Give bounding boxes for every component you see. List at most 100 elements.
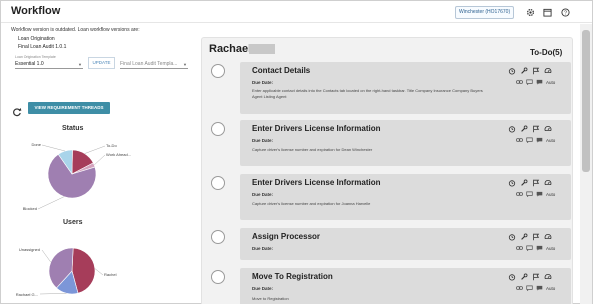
svg-text:?: ? — [564, 10, 567, 16]
template-label: Loan Origination Template — [15, 55, 56, 59]
wrench-icon[interactable] — [520, 125, 528, 133]
chat-icon[interactable] — [526, 137, 533, 143]
task-meta: Auto — [516, 245, 555, 251]
pie-label-leader — [84, 145, 106, 154]
chevron-down-icon: ▼ — [78, 61, 82, 67]
task-title[interactable]: Enter Drivers License Information — [252, 178, 380, 187]
link-icon[interactable] — [516, 245, 523, 251]
task-description: Capture driver's license number and expi… — [252, 147, 373, 152]
pie-label-leader — [39, 293, 67, 295]
todo-count: To-Do(5) — [530, 48, 563, 57]
comment-icon[interactable] — [536, 245, 543, 251]
task-due-label: Due Date: — [252, 192, 274, 197]
auto-label: Auto — [546, 79, 556, 85]
link-icon[interactable] — [516, 79, 523, 85]
users-chart-title: Users — [63, 219, 83, 226]
wrench-icon[interactable] — [520, 273, 528, 281]
task-meta: Auto — [516, 285, 555, 291]
alarm-icon[interactable] — [508, 67, 516, 75]
pie-label: Unassigned — [19, 247, 40, 252]
task-title[interactable]: Move To Registration — [252, 272, 333, 281]
task-actions — [508, 179, 552, 187]
update-button[interactable]: UPDATE — [88, 57, 115, 69]
chat-icon[interactable] — [526, 79, 533, 85]
flag-icon[interactable] — [532, 125, 540, 133]
gear-icon[interactable] — [524, 6, 536, 18]
flag-icon[interactable] — [532, 233, 540, 241]
chat-icon[interactable] — [526, 245, 533, 251]
pie-label-leader — [94, 268, 104, 276]
scrollbar-thumb[interactable] — [582, 30, 590, 172]
task-complete-checkbox[interactable] — [211, 176, 225, 190]
comment-icon[interactable] — [536, 79, 543, 85]
template-select[interactable]: Essential 1.0 ▼ — [15, 60, 83, 69]
users-pie-chart: Rachel Rachael G... Unassigned — [16, 247, 117, 297]
link-icon[interactable] — [516, 137, 523, 143]
task-actions — [508, 125, 552, 133]
pie-label-leader — [37, 196, 65, 210]
task-complete-checkbox[interactable] — [211, 230, 225, 244]
task-card[interactable]: Enter Drivers License Information Due Dat… — [240, 120, 571, 166]
help-icon[interactable]: ? — [559, 6, 571, 18]
task-actions — [508, 233, 552, 241]
workflow-badge[interactable]: Winchester (HO17670) — [455, 6, 515, 19]
link-icon[interactable] — [516, 191, 523, 197]
user-name: Rachael — [209, 43, 252, 55]
template-select-value: Essential 1.0 — [15, 61, 44, 67]
audit-template-select[interactable]: Final Loan Audit Templa... ▼ — [120, 60, 188, 69]
task-title[interactable]: Assign Processor — [252, 232, 320, 241]
pie-label: To-Do — [106, 143, 117, 148]
task-complete-checkbox[interactable] — [211, 122, 225, 136]
flag-icon[interactable] — [532, 273, 540, 281]
alarm-icon[interactable] — [508, 125, 516, 133]
comment-icon[interactable] — [536, 191, 543, 197]
gauge-icon[interactable] — [544, 179, 552, 187]
wrench-icon[interactable] — [520, 67, 528, 75]
pie-label: Rachel — [104, 272, 117, 277]
comment-icon[interactable] — [536, 137, 543, 143]
chat-icon[interactable] — [526, 285, 533, 291]
task-due-label: Due Date: — [252, 286, 274, 291]
alarm-icon[interactable] — [508, 179, 516, 187]
gauge-icon[interactable] — [544, 67, 552, 75]
gauge-icon[interactable] — [544, 233, 552, 241]
chat-icon[interactable] — [526, 191, 533, 197]
refresh-icon[interactable] — [12, 104, 22, 117]
view-requirement-threads-button[interactable]: VIEW REQUIREMENT THREADS — [28, 102, 110, 114]
flag-icon[interactable] — [532, 67, 540, 75]
alarm-icon[interactable] — [508, 233, 516, 241]
task-complete-checkbox[interactable] — [211, 64, 225, 78]
task-actions — [508, 67, 552, 75]
task-description: Capture driver's license number and expi… — [252, 201, 371, 206]
comment-icon[interactable] — [536, 285, 543, 291]
task-card[interactable]: Assign Processor Due Date: Auto — [240, 228, 571, 260]
flag-icon[interactable] — [532, 179, 540, 187]
pie-label: Work Ahead... — [106, 152, 131, 157]
task-due-label: Due Date: — [252, 246, 274, 251]
task-due-label: Due Date: — [252, 80, 274, 85]
gauge-icon[interactable] — [544, 125, 552, 133]
task-title[interactable]: Enter Drivers License Information — [252, 124, 380, 133]
task-card[interactable]: Move To Registration Due Date: Move to Reg… — [240, 268, 571, 304]
task-description: Enter applicable contact details into th… — [252, 88, 483, 99]
pie-label-leader — [94, 154, 106, 166]
task-title[interactable]: Contact Details — [252, 66, 310, 75]
task-card[interactable]: Contact Details Due Date: Enter applicable… — [240, 62, 571, 114]
alarm-icon[interactable] — [508, 273, 516, 281]
gauge-icon[interactable] — [544, 273, 552, 281]
version-item: Final Loan Audit 1.0.1 — [18, 44, 67, 50]
status-pie-chart: To-Do Work Ahead... Blocked Done — [23, 142, 131, 211]
task-complete-checkbox[interactable] — [211, 270, 225, 284]
wrench-icon[interactable] — [520, 179, 528, 187]
task-meta: Auto — [516, 191, 555, 197]
wrench-icon[interactable] — [520, 233, 528, 241]
outdated-message: Workflow version is outdated. Loan workf… — [11, 27, 140, 33]
link-icon[interactable] — [516, 285, 523, 291]
auto-label: Auto — [546, 137, 556, 143]
task-meta: Auto — [516, 79, 555, 85]
calendar-icon[interactable] — [541, 6, 553, 18]
pie-label: Blocked — [23, 206, 37, 211]
auto-label: Auto — [546, 285, 556, 291]
task-card[interactable]: Enter Drivers License Information Due Dat… — [240, 174, 571, 220]
audit-template-placeholder: Final Loan Audit Templa... — [120, 61, 178, 67]
